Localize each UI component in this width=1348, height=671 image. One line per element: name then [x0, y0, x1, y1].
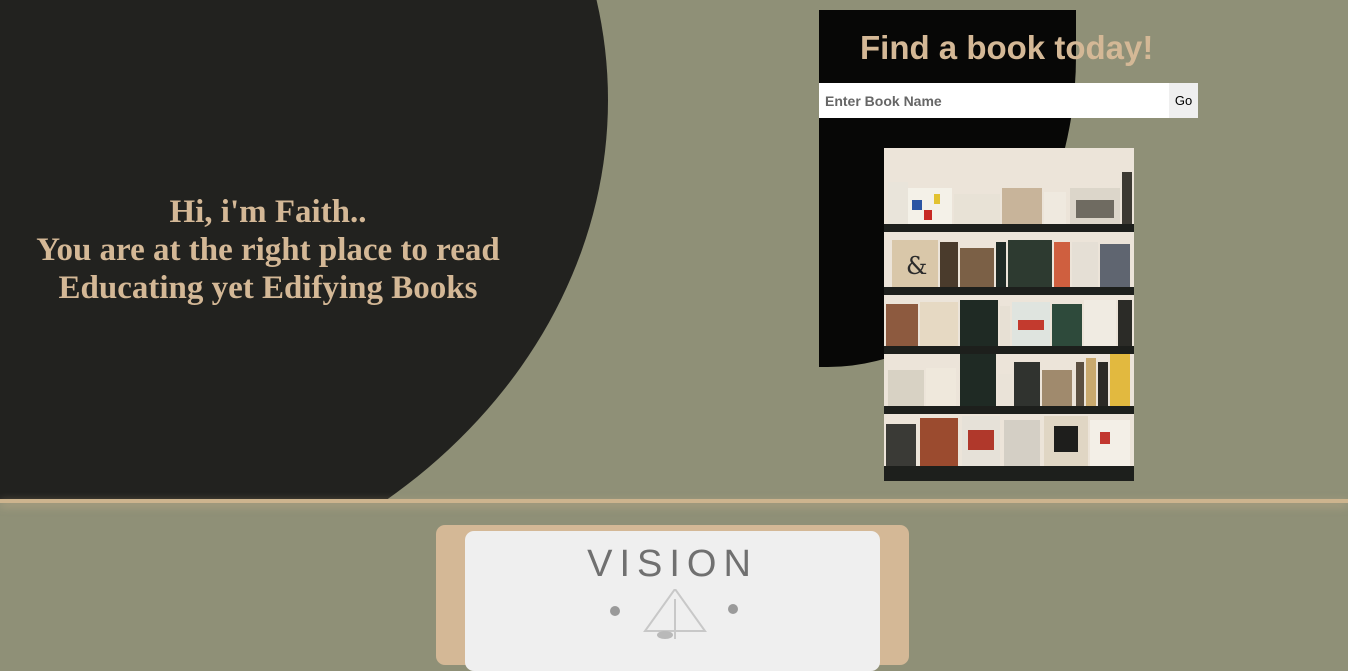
vision-card: VISION	[436, 525, 909, 671]
go-button[interactable]: Go	[1169, 83, 1198, 118]
vision-image: VISION	[465, 531, 880, 671]
vision-tree-icon	[610, 589, 738, 639]
section-divider	[0, 499, 1348, 503]
book-search-input[interactable]	[819, 83, 1169, 118]
hero-line-2: You are at the right place to read	[36, 232, 500, 268]
hero-line-3: Educating yet Edifying Books	[58, 270, 478, 306]
search-title: Find a book today!	[860, 29, 1154, 66]
hero-line-1: Hi, i'm Faith..	[169, 194, 367, 230]
vision-heading: VISION	[587, 543, 758, 585]
hero-greeting: Hi, i'm Faith.. You are at the right pla…	[8, 193, 528, 307]
svg-text:&: &	[906, 252, 927, 280]
bookshelf-image: &	[884, 148, 1134, 481]
